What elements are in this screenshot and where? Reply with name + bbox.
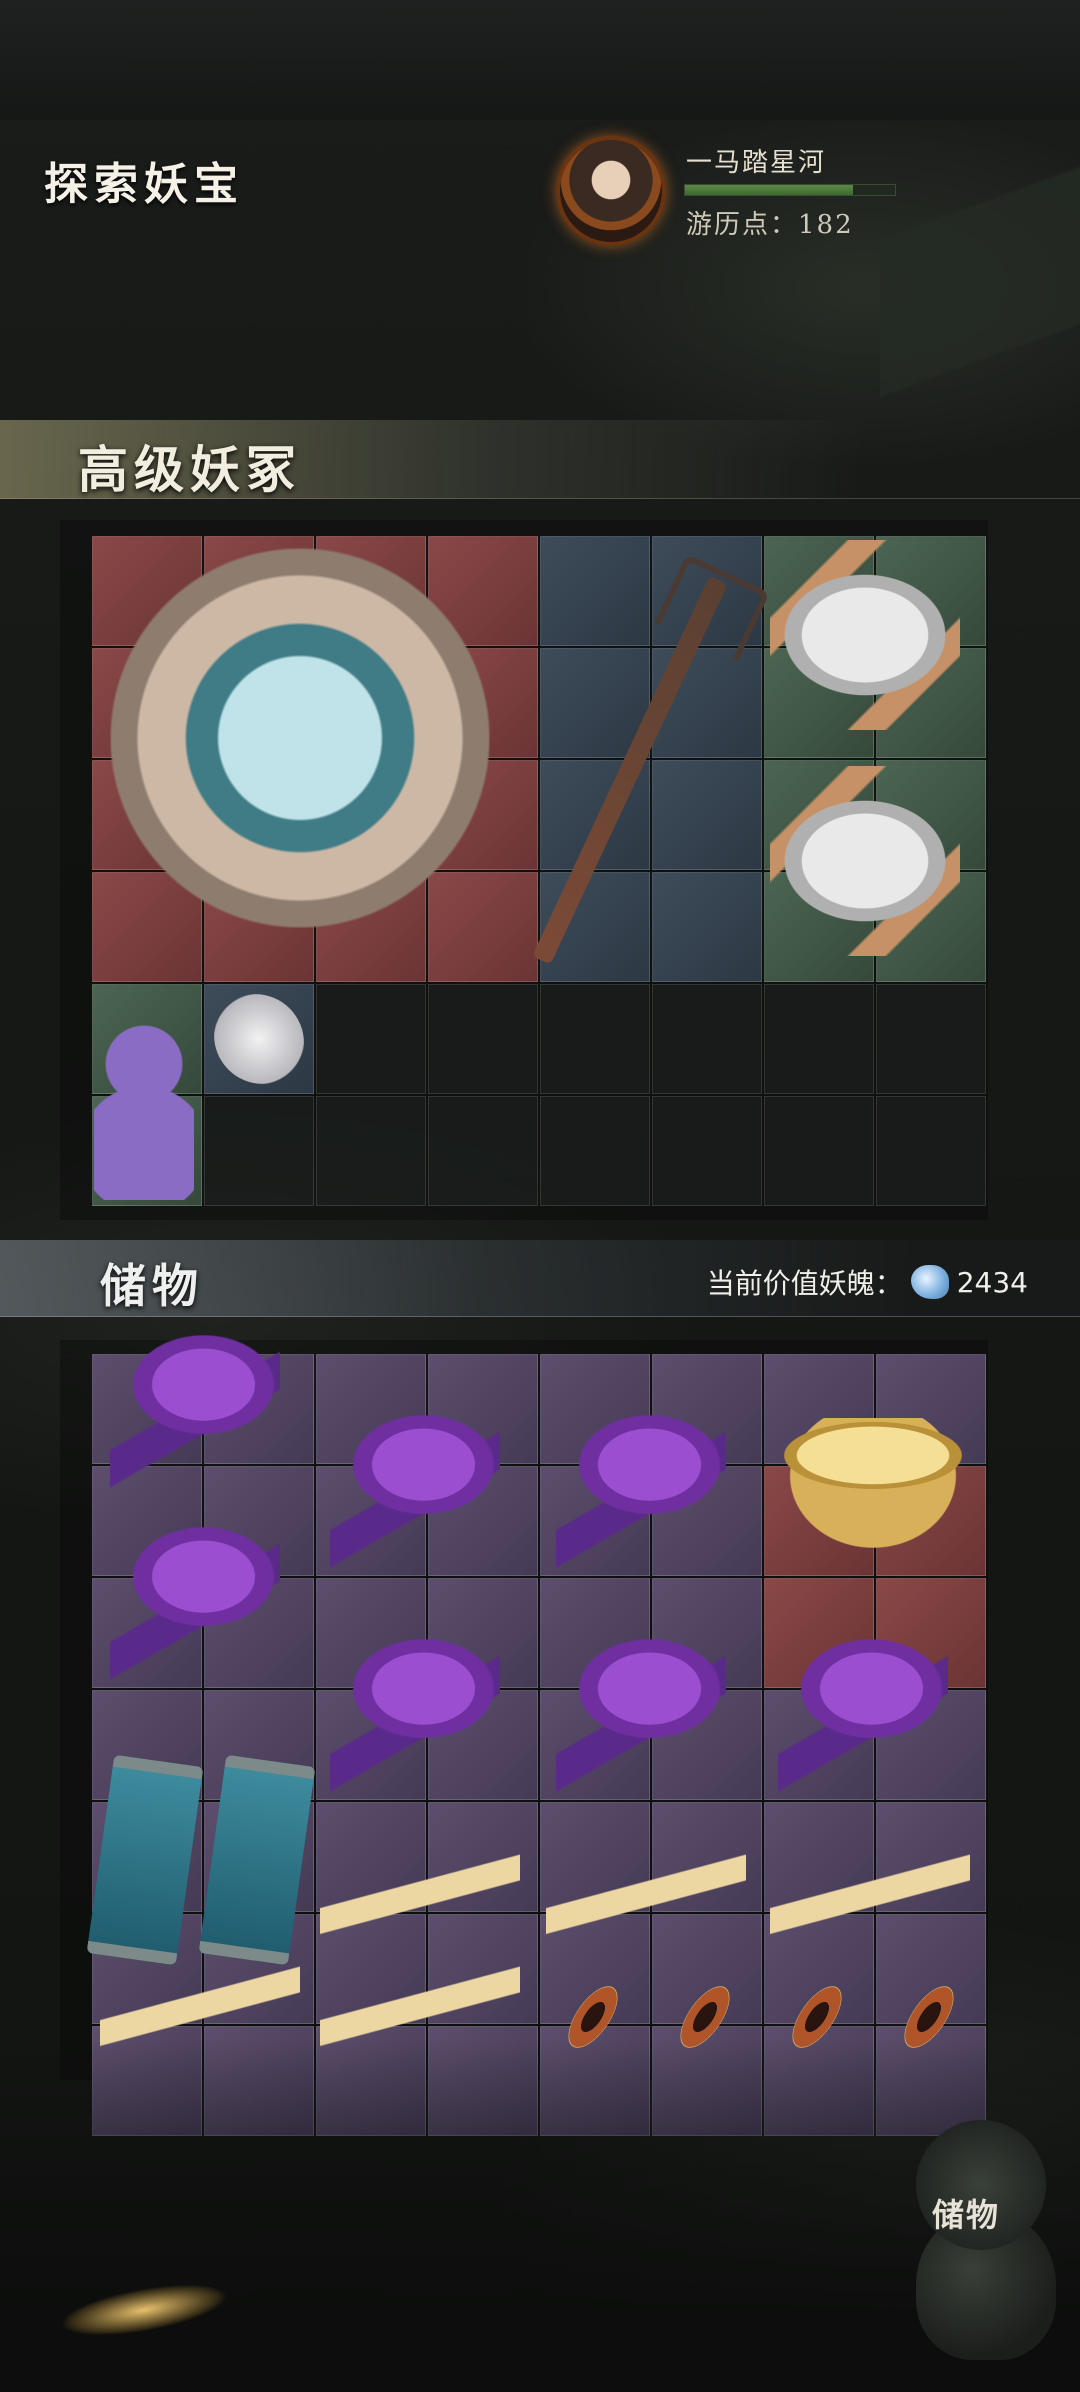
player-progress-bar <box>684 184 896 196</box>
soul-icon <box>910 1265 949 1299</box>
lingzhi-mushroom-item[interactable] <box>330 1624 500 1794</box>
points-value: 182 <box>798 210 854 240</box>
mountain-decoration <box>880 120 1080 440</box>
lingzhi-mushroom-item[interactable] <box>556 1624 726 1794</box>
grid-cell[interactable] <box>540 984 650 1094</box>
silk-spool-item[interactable] <box>770 540 960 730</box>
grid-cell[interactable] <box>652 872 762 982</box>
ginseng-item[interactable] <box>770 1850 970 1940</box>
lingzhi-mushroom-item[interactable] <box>778 1624 948 1794</box>
top-strip <box>0 0 1080 120</box>
grid-cell[interactable] <box>764 1096 874 1206</box>
points-label: 游历点： <box>686 210 799 240</box>
ginseng-item[interactable] <box>546 1850 746 1940</box>
lingzhi-mushroom-item[interactable] <box>556 1400 726 1570</box>
storage-section-banner: 储物 当前价值妖魄： 2434 <box>0 1240 1080 1317</box>
grid-cell[interactable] <box>540 536 650 646</box>
player-avatar[interactable] <box>556 136 666 246</box>
grid-cell[interactable] <box>428 984 538 1094</box>
storage-button-label: 储物 <box>932 2196 1001 2234</box>
page-title: 探索妖宝 <box>44 159 244 210</box>
mirror-item[interactable] <box>110 548 490 928</box>
ginseng-item[interactable] <box>100 1962 300 2052</box>
lingzhi-mushroom-item[interactable] <box>110 1512 280 1682</box>
lingzhi-mushroom-item[interactable] <box>330 1400 500 1570</box>
grid-cell[interactable] <box>652 984 762 1094</box>
storage-value: 当前价值妖魄： 2434 <box>707 1262 1028 1302</box>
storage-section-title: 储物 <box>100 1259 204 1313</box>
storage-button[interactable]: 储物 <box>916 2120 1046 2250</box>
grid-cell[interactable] <box>428 872 538 982</box>
gourd-item[interactable] <box>94 1000 194 1200</box>
loot-section-banner: 高级妖冢 <box>0 420 1080 499</box>
grid-cell[interactable] <box>652 1096 762 1206</box>
grid-cell[interactable] <box>428 1096 538 1206</box>
grid-cell[interactable] <box>652 760 762 870</box>
grid-cell[interactable] <box>204 1096 314 1206</box>
player-progress-fill <box>685 185 853 195</box>
grid-cell[interactable] <box>764 984 874 1094</box>
player-name: 一马踏星河 <box>686 148 827 178</box>
player-card[interactable]: 一马踏星河 游历点：182 <box>556 136 896 246</box>
value-label: 当前价值妖魄： <box>706 1267 903 1300</box>
grid-cell[interactable] <box>876 984 986 1094</box>
ginseng-item[interactable] <box>320 1850 520 1940</box>
golden-bowl-item[interactable] <box>768 1418 978 1588</box>
silk-spool-item[interactable] <box>770 766 960 956</box>
grid-cell[interactable] <box>540 1096 650 1206</box>
grid-cell[interactable] <box>316 984 426 1094</box>
grid-cell[interactable] <box>316 1096 426 1206</box>
grid-cell[interactable] <box>876 1096 986 1206</box>
player-points: 游历点：182 <box>686 204 854 241</box>
lingzhi-mushroom-item[interactable] <box>110 1320 280 1490</box>
loot-section-title: 高级妖冢 <box>78 440 302 499</box>
value-amount: 2434 <box>956 1265 1028 1299</box>
ginseng-item[interactable] <box>320 1962 520 2052</box>
